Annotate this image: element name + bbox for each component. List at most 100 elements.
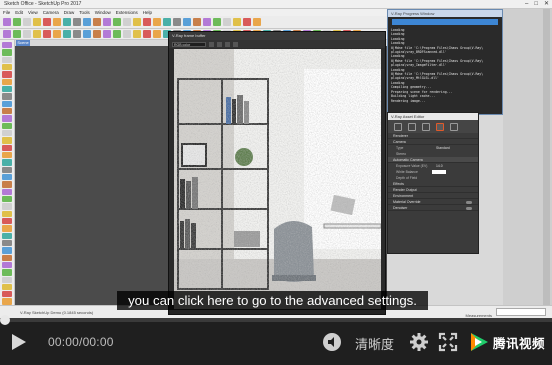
menu-view[interactable]: View [28, 9, 38, 16]
scrollbar[interactable] [543, 9, 550, 305]
close-icon[interactable]: ✕ [544, 0, 549, 9]
tool-palette-icon[interactable] [2, 276, 12, 283]
toolbar-tool-icon[interactable] [103, 30, 111, 38]
toolbar-tool-icon[interactable] [73, 30, 81, 38]
menu-draw[interactable]: Draw [64, 9, 75, 16]
toolbar-tool-icon[interactable] [53, 18, 61, 26]
tool-palette-icon[interactable] [2, 42, 12, 49]
tool-palette-icon[interactable] [2, 291, 12, 298]
toolbar-tool-icon[interactable] [3, 18, 11, 26]
toggle-switch[interactable] [466, 200, 472, 204]
toolbar-tool-icon[interactable] [43, 18, 51, 26]
tool-palette-icon[interactable] [2, 181, 12, 188]
toolbar-tool-icon[interactable] [83, 30, 91, 38]
menu-window[interactable]: Window [95, 9, 111, 16]
toolbar-tool-icon[interactable] [123, 30, 131, 38]
tool-palette-icon[interactable] [2, 203, 12, 210]
toolbar-tool-icon[interactable] [113, 18, 121, 26]
tool-palette-icon[interactable] [2, 298, 12, 305]
menu-edit[interactable]: Edit [15, 9, 23, 16]
materials-tab-icon[interactable] [394, 122, 402, 131]
tool-palette-icon[interactable] [2, 93, 12, 100]
play-icon[interactable] [9, 333, 27, 351]
minimize-icon[interactable]: – [525, 0, 528, 9]
toolbar-tool-icon[interactable] [93, 18, 101, 26]
tool-palette-icon[interactable] [2, 217, 12, 225]
menu-camera[interactable]: Camera [43, 9, 59, 16]
toolbar-tool-icon[interactable] [53, 30, 61, 38]
toolbar-tool-icon[interactable] [153, 30, 161, 38]
vfb-tool-button[interactable] [209, 41, 214, 47]
tool-palette-icon[interactable] [2, 239, 12, 247]
tool-palette-icon[interactable] [2, 85, 12, 93]
toolbar-tool-icon[interactable] [133, 18, 141, 26]
gear-icon[interactable] [409, 332, 429, 352]
measurements-input[interactable] [496, 308, 546, 316]
toolbar-tool-icon[interactable] [23, 30, 31, 38]
toolbar-tool-icon[interactable] [63, 30, 71, 38]
toolbar-tool-icon[interactable] [193, 18, 201, 26]
geometry-tab-icon[interactable] [422, 122, 430, 131]
tool-palette-icon[interactable] [2, 100, 12, 107]
vfb-tool-button[interactable] [225, 41, 230, 47]
tool-palette-icon[interactable] [2, 261, 12, 269]
menu-file[interactable]: File [3, 9, 10, 16]
tool-palette-icon[interactable] [2, 144, 12, 151]
toolbar-tool-icon[interactable] [83, 18, 91, 26]
toolbar-tool-icon[interactable] [123, 18, 131, 26]
tool-palette-icon[interactable] [2, 166, 12, 173]
fullscreen-icon[interactable] [438, 332, 458, 352]
tool-palette-icon[interactable] [2, 188, 12, 195]
tool-palette-icon[interactable] [2, 247, 12, 254]
settings-tab-icon[interactable] [436, 122, 444, 131]
tool-palette-icon[interactable] [2, 210, 12, 217]
toolbar-tool-icon[interactable] [143, 18, 151, 26]
tool-palette-icon[interactable] [2, 151, 12, 159]
tool-palette-icon[interactable] [2, 269, 12, 276]
toolbar-tool-icon[interactable] [63, 18, 71, 26]
toolbar-tool-icon[interactable] [93, 30, 101, 38]
menu-help[interactable]: Help [143, 9, 152, 16]
tool-palette-icon[interactable] [2, 173, 12, 181]
toolbar-tool-icon[interactable] [23, 18, 31, 26]
toolbar-tool-icon[interactable] [203, 18, 211, 26]
toolbar-tool-icon[interactable] [33, 30, 41, 38]
tencent-video-brand[interactable]: 腾讯视频 [468, 331, 545, 353]
tool-palette-icon[interactable] [2, 137, 12, 144]
tool-palette-icon[interactable] [2, 107, 12, 115]
volume-icon[interactable] [322, 332, 342, 352]
toolbar-tool-icon[interactable] [163, 18, 171, 26]
toolbar-tool-icon[interactable] [253, 18, 261, 26]
toolbar-tool-icon[interactable] [143, 30, 151, 38]
toolbar-tool-icon[interactable] [13, 30, 21, 38]
toolbar-tool-icon[interactable] [153, 18, 161, 26]
toolbar-tool-icon[interactable] [43, 30, 51, 38]
tool-palette-icon[interactable] [2, 195, 12, 203]
tool-palette-icon[interactable] [2, 78, 12, 85]
tool-palette-icon[interactable] [2, 225, 12, 232]
toolbar-tool-icon[interactable] [133, 30, 141, 38]
toolbar-tool-icon[interactable] [73, 18, 81, 26]
toolbar-tool-icon[interactable] [183, 18, 191, 26]
tool-palette-icon[interactable] [2, 49, 12, 56]
toolbar-tool-icon[interactable] [3, 30, 11, 38]
vfb-tool-button[interactable] [217, 41, 222, 47]
toolbar-tool-icon[interactable] [103, 18, 111, 26]
tool-palette-icon[interactable] [2, 56, 12, 63]
toolbar-tool-icon[interactable] [233, 18, 241, 26]
seek-handle[interactable] [0, 315, 10, 325]
toggle-switch[interactable] [466, 206, 472, 210]
maximize-icon[interactable]: □ [534, 0, 538, 9]
seek-bar[interactable] [0, 315, 552, 325]
tool-palette-icon[interactable] [2, 129, 12, 137]
menu-extensions[interactable]: Extensions [116, 9, 138, 16]
toolbar-tool-icon[interactable] [113, 30, 121, 38]
tool-palette-icon[interactable] [2, 115, 12, 122]
tool-palette-icon[interactable] [2, 283, 12, 291]
white-balance-swatch[interactable] [432, 170, 446, 174]
settings-section[interactable]: Denoiser [388, 205, 478, 211]
menu-tools[interactable]: Tools [79, 9, 90, 16]
tool-palette-icon[interactable] [2, 71, 12, 78]
channel-select[interactable]: RGB color [172, 41, 206, 47]
toolbar-tool-icon[interactable] [173, 18, 181, 26]
